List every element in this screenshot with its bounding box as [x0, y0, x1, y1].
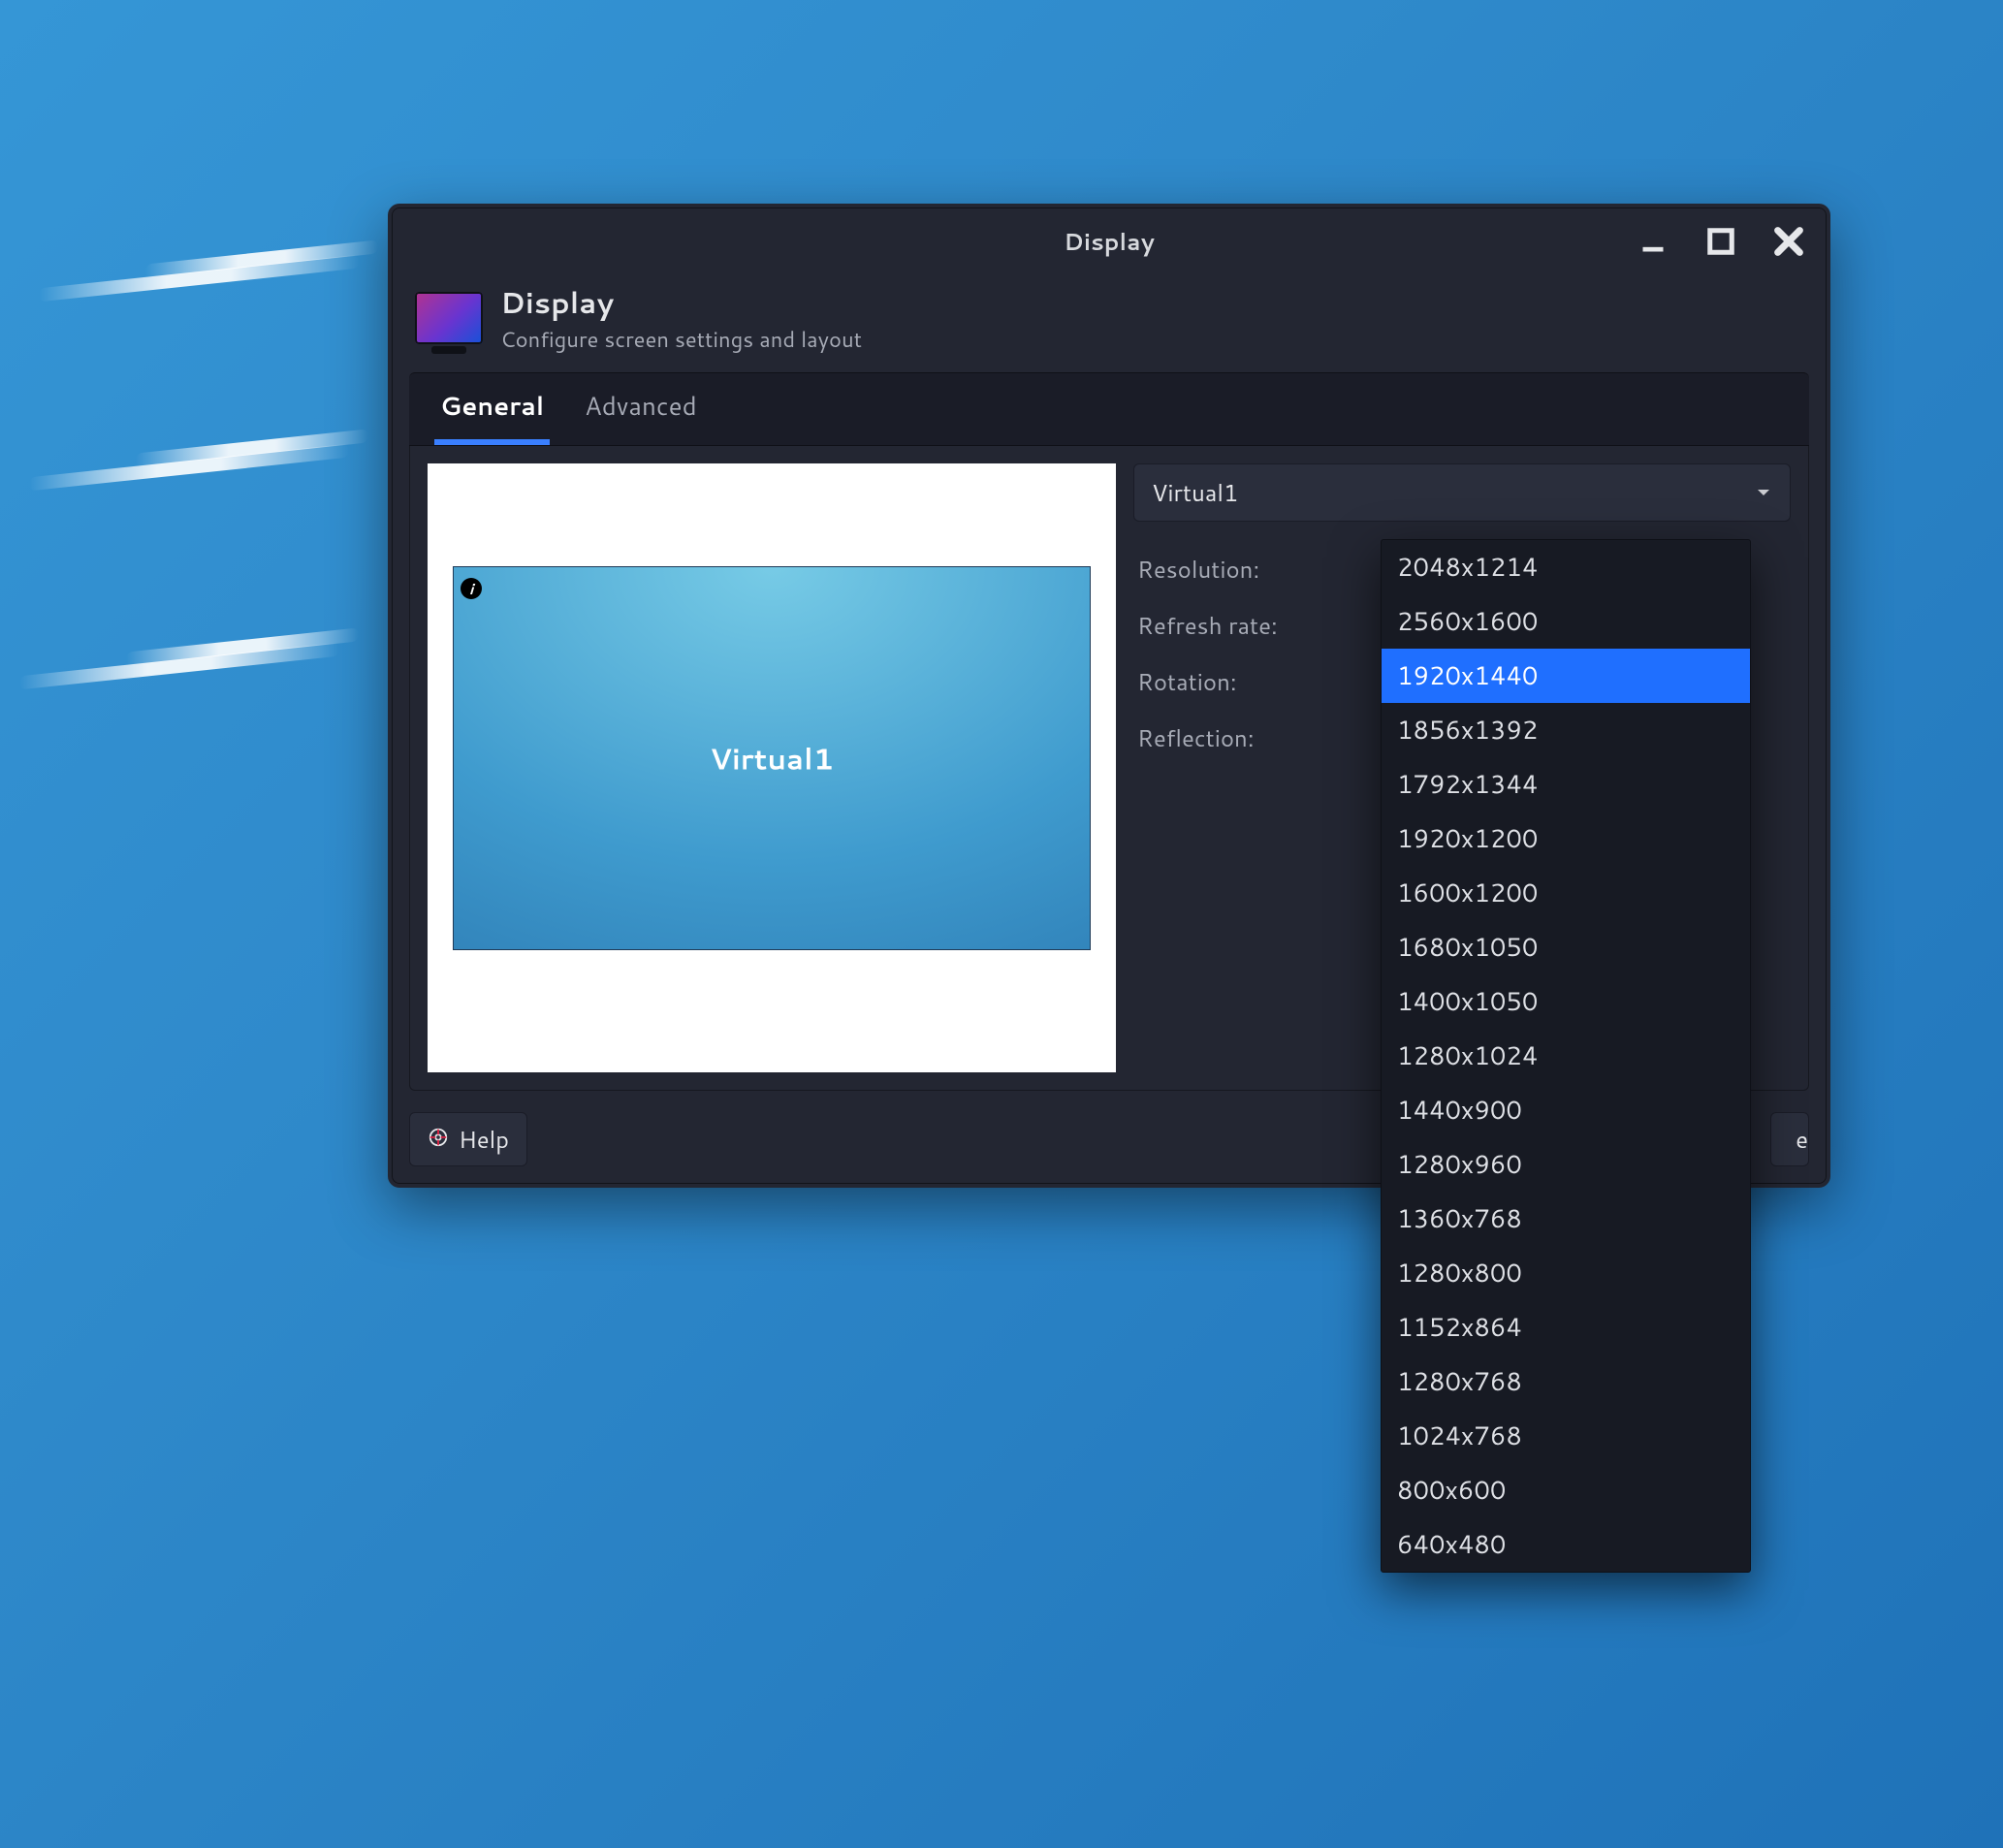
close-button[interactable]: [1772, 225, 1805, 258]
maximize-button[interactable]: [1704, 225, 1737, 258]
header-text: Display Configure screen settings and la…: [500, 281, 862, 355]
resolution-option[interactable]: 1280x800: [1382, 1246, 1750, 1300]
resolution-option[interactable]: 1280x960: [1382, 1137, 1750, 1192]
window-title: Display: [392, 225, 1827, 258]
close-window-button[interactable]: e: [1770, 1112, 1809, 1166]
output-select-value: Virtual1: [1152, 476, 1238, 509]
titlebar[interactable]: Display: [392, 207, 1827, 275]
label-refresh-rate: Refresh rate:: [1137, 609, 1351, 642]
resolution-option[interactable]: 1792x1344: [1382, 757, 1750, 812]
resolution-option[interactable]: 1152x864: [1382, 1300, 1750, 1354]
window-controls: [1637, 225, 1805, 258]
help-button-label: Help: [459, 1123, 509, 1156]
resolution-option[interactable]: 800x600: [1382, 1463, 1750, 1517]
content: Virtual1 i Virtual1 Resolution:: [409, 446, 1809, 1091]
resolution-option[interactable]: 1280x768: [1382, 1354, 1750, 1409]
help-icon: [428, 1123, 449, 1156]
resolution-option[interactable]: 1920x1440: [1382, 649, 1750, 703]
chevron-down-icon: [1755, 476, 1772, 509]
tab-advanced[interactable]: Advanced: [579, 373, 703, 445]
resolution-option[interactable]: 1680x1050: [1382, 920, 1750, 974]
resolution-option[interactable]: 1400x1050: [1382, 974, 1750, 1029]
header-subtitle: Configure screen settings and layout: [500, 325, 862, 355]
resolution-option[interactable]: 1856x1392: [1382, 703, 1750, 757]
desktop: Display Display Configure screen setting…: [0, 0, 2003, 1848]
resolution-option[interactable]: 1440x900: [1382, 1083, 1750, 1137]
virtual-screen-label: Virtual1: [710, 738, 834, 780]
label-resolution: Resolution:: [1137, 553, 1351, 586]
resolution-option[interactable]: 1024x768: [1382, 1409, 1750, 1463]
label-reflection: Reflection:: [1137, 721, 1351, 754]
header-title: Display: [500, 281, 862, 323]
close-window-button-label: e: [1796, 1123, 1808, 1156]
resolution-option[interactable]: 1600x1200: [1382, 866, 1750, 920]
resolution-option[interactable]: 640x480: [1382, 1517, 1750, 1572]
display-form: Virtual1 Resolution: Refresh rate: Rotat…: [1133, 463, 1791, 1072]
virtual-screen[interactable]: Virtual1: [453, 566, 1091, 950]
display-layout-preview[interactable]: Virtual1 i: [428, 463, 1116, 1072]
resolution-option[interactable]: 1360x768: [1382, 1192, 1750, 1246]
resolution-dropdown-menu[interactable]: 2048x12142560x16001920x14401856x13921792…: [1381, 539, 1751, 1573]
info-icon[interactable]: i: [461, 578, 482, 599]
help-button[interactable]: Help: [409, 1112, 527, 1166]
resolution-option[interactable]: 1280x1024: [1382, 1029, 1750, 1083]
tab-general[interactable]: General: [434, 373, 550, 445]
display-settings-window: Display Display Configure screen setting…: [388, 204, 1830, 1188]
resolution-option[interactable]: 1920x1200: [1382, 812, 1750, 866]
label-rotation: Rotation:: [1137, 665, 1351, 698]
resolution-option[interactable]: 2560x1600: [1382, 594, 1750, 649]
display-icon: [415, 292, 483, 344]
tabbar: General Advanced: [409, 372, 1809, 446]
output-select[interactable]: Virtual1: [1133, 463, 1791, 522]
header: Display Configure screen settings and la…: [392, 275, 1827, 372]
minimize-button[interactable]: [1637, 225, 1669, 258]
resolution-option[interactable]: 2048x1214: [1382, 540, 1750, 594]
